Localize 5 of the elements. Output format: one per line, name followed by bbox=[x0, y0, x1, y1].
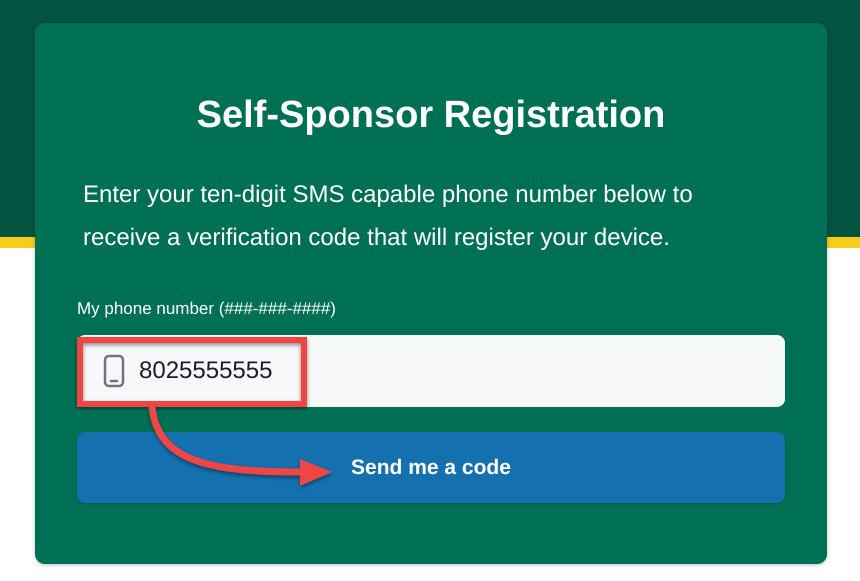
field-label: My phone number (###-###-####) bbox=[77, 298, 337, 320]
phone-input-field[interactable]: 8025555555 bbox=[77, 335, 785, 407]
page-title: Self-Sponsor Registration bbox=[196, 93, 666, 138]
instructions-text: Enter your ten-digit SMS capable phone number below to receive a verification code that will register your device. bbox=[83, 180, 694, 253]
send-code-button[interactable]: Send me a code bbox=[77, 432, 785, 503]
